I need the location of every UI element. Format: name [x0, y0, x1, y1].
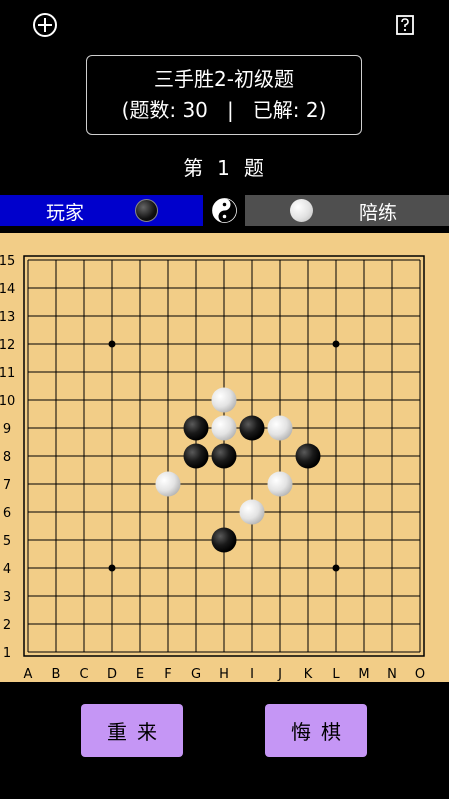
row-label: 3: [3, 590, 11, 605]
row-label: 13: [0, 310, 15, 325]
question-box-icon: [396, 15, 414, 35]
star-point: [108, 564, 116, 572]
column-label: K: [304, 667, 313, 682]
column-label: F: [164, 667, 171, 682]
row-label: 5: [3, 534, 11, 549]
white-stone: [267, 415, 293, 441]
row-label: 2: [3, 618, 11, 633]
question-prefix: 第: [183, 156, 206, 180]
column-label: N: [387, 667, 397, 682]
trainer-label: 陪练: [359, 202, 398, 224]
column-label: O: [415, 667, 425, 682]
white-stone: [211, 415, 237, 441]
puzzle-info-panel: 三手胜2-初级题 (题数: 30 | 已解: 2): [86, 55, 362, 135]
row-label: 15: [0, 254, 15, 269]
black-stone: [211, 443, 237, 469]
black-stone: [211, 527, 237, 553]
white-stone: [211, 387, 237, 413]
black-stone: [239, 415, 265, 441]
question-number: 第1题: [0, 152, 449, 181]
player-label: 玩家: [46, 202, 85, 224]
row-label: 7: [3, 478, 11, 493]
white-stone: [155, 471, 181, 497]
black-stone: [183, 415, 209, 441]
row-label: 6: [3, 506, 11, 521]
white-stone: [267, 471, 293, 497]
puzzle-title: 三手胜2-初级题: [154, 67, 294, 91]
help-button[interactable]: [392, 12, 418, 38]
star-point: [332, 564, 340, 572]
column-label: C: [79, 667, 88, 682]
row-label: 11: [0, 366, 15, 381]
coordinate-labels: 15 14 13 12 11 10 9 8 7 6 5 4 3 2 1A B C D E F G H I J K L M N O: [0, 254, 425, 682]
yin-yang-icon: [212, 198, 237, 223]
column-label: A: [24, 667, 33, 682]
star-point: [108, 340, 116, 348]
row-label: 8: [3, 450, 11, 465]
black-stone: [183, 443, 209, 469]
gomoku-board[interactable]: 15 14 13 12 11 10 9 8 7 6 5 4 3 2 1A B C D E F G H I J K L M N O: [0, 233, 449, 682]
column-label: G: [191, 667, 201, 682]
row-label: 12: [0, 338, 15, 353]
row-label: 10: [0, 394, 15, 409]
column-label: E: [136, 667, 144, 682]
white-stone: [239, 499, 265, 525]
trainer-white-stone-icon: [290, 199, 313, 222]
column-label: I: [250, 667, 254, 682]
player-bar: 玩家: [0, 195, 203, 226]
row-label: 14: [0, 282, 15, 297]
question-index: 1: [217, 156, 232, 180]
column-label: B: [52, 667, 61, 682]
star-point: [332, 340, 340, 348]
row-label: 1: [3, 646, 11, 661]
row-label: 9: [3, 422, 11, 437]
column-label: H: [219, 667, 229, 682]
trainer-bar: 陪练: [245, 195, 449, 226]
column-label: M: [358, 667, 369, 682]
add-button[interactable]: [32, 12, 58, 38]
player-black-stone-icon: [135, 199, 158, 222]
row-label: 4: [3, 562, 11, 577]
puzzle-stats: (题数: 30 | 已解: 2): [121, 98, 327, 122]
reset-button[interactable]: 重来: [81, 704, 183, 757]
stones: [155, 387, 321, 553]
question-suffix: 题: [243, 156, 266, 180]
column-label: J: [277, 667, 282, 682]
plus-circle-icon: [33, 13, 57, 37]
undo-button[interactable]: 悔棋: [265, 704, 367, 757]
black-stone: [295, 443, 321, 469]
column-label: L: [332, 667, 340, 682]
column-label: D: [107, 667, 117, 682]
